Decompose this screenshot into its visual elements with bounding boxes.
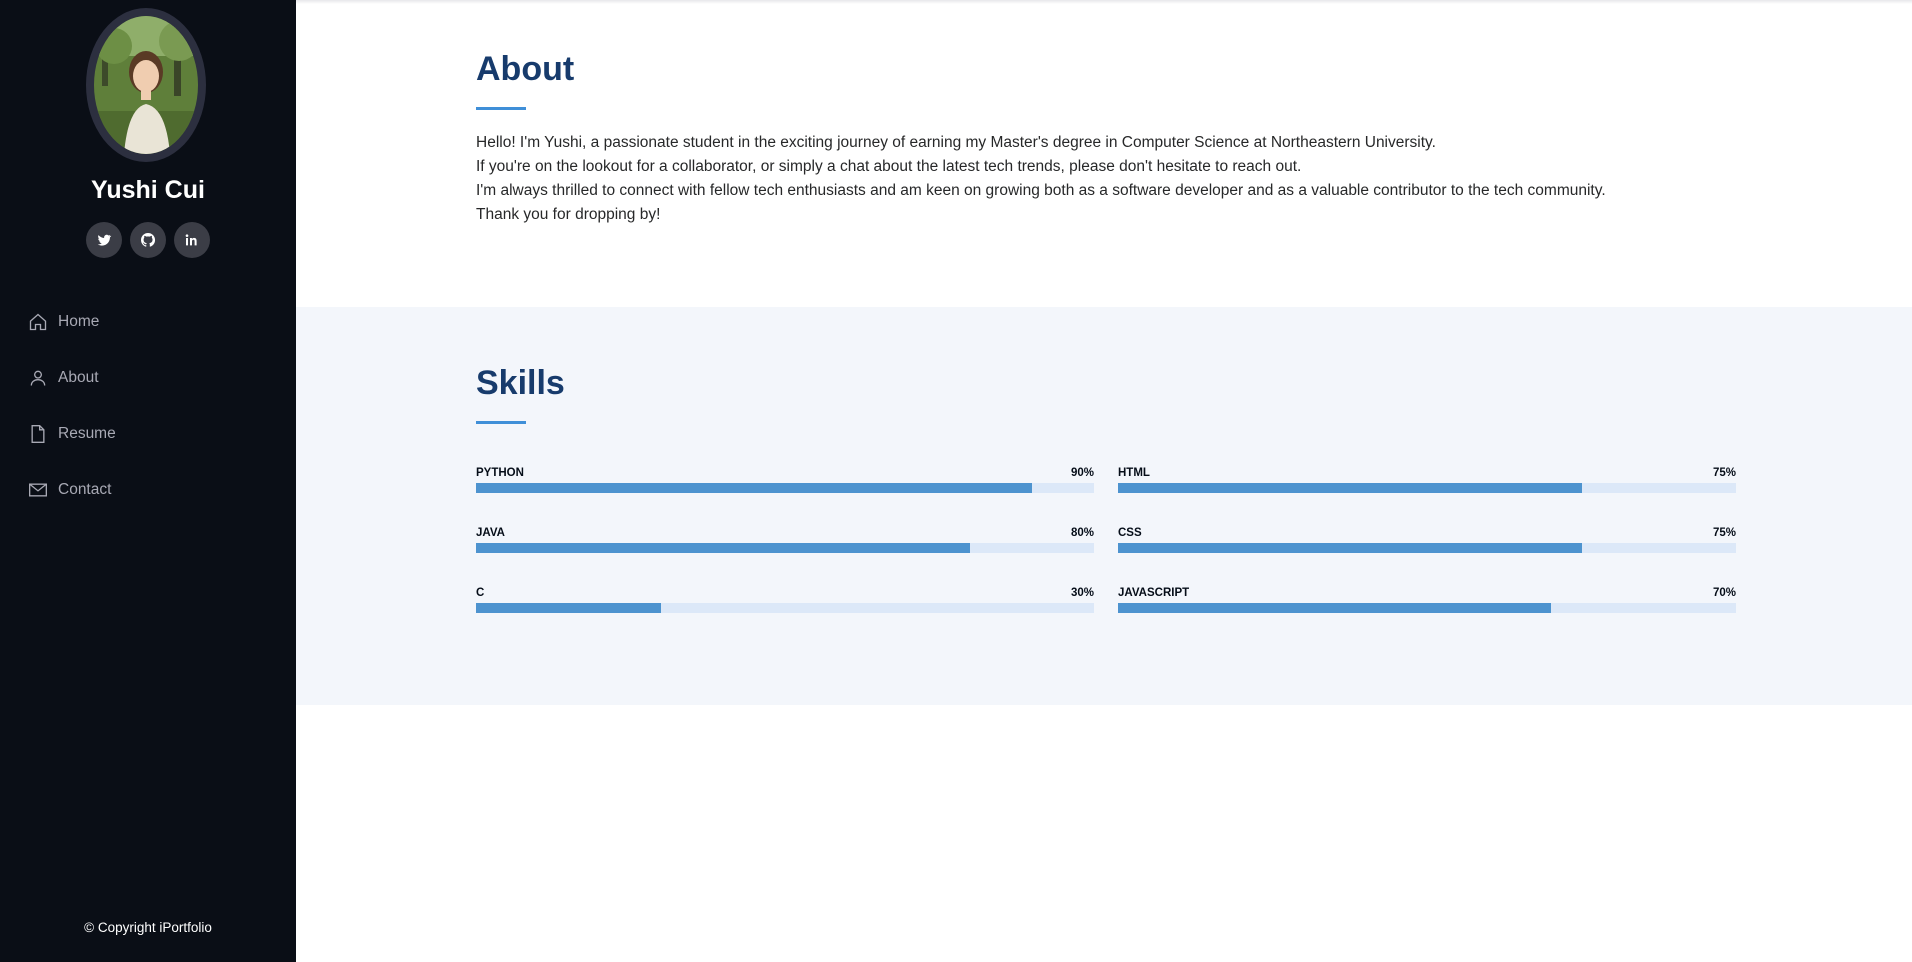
about-line: I'm always thrilled to connect with fell… — [476, 182, 1606, 199]
skill-label: PYTHON — [476, 467, 524, 479]
github-icon — [141, 233, 156, 247]
skill-bar — [1118, 483, 1736, 493]
twitter-button[interactable] — [86, 222, 122, 258]
skill-javascript: JAVASCRIPT 70% — [1118, 587, 1736, 617]
skill-html: HTML 75% — [1118, 467, 1736, 497]
social-links — [0, 222, 296, 258]
person-icon — [30, 370, 46, 386]
skill-python: PYTHON 90% — [476, 467, 1094, 497]
skill-css: CSS 75% — [1118, 527, 1736, 557]
nav-item-resume[interactable]: Resume — [0, 406, 296, 462]
linkedin-icon — [185, 234, 197, 246]
nav-item-contact[interactable]: Contact — [0, 462, 296, 518]
nav-item-label: About — [58, 369, 99, 386]
avatar-frame — [86, 8, 206, 162]
skill-bar — [476, 603, 1094, 613]
about-line: If you're on the lookout for a collabora… — [476, 158, 1302, 175]
skills-title-underline — [476, 421, 526, 424]
envelope-icon — [29, 483, 47, 497]
skill-label: JAVA — [476, 527, 505, 539]
skill-java: JAVA 80% — [476, 527, 1094, 557]
nav-item-label: Contact — [58, 481, 112, 498]
copyright: © Copyright iPortfolio — [84, 920, 212, 935]
about-text: Hello! I'm Yushi, a passionate student i… — [476, 131, 1836, 227]
skill-bar — [1118, 543, 1736, 553]
skill-bar-fill — [1118, 483, 1582, 493]
skill-value: 30% — [1070, 587, 1094, 599]
skill-value: 70% — [1712, 587, 1736, 599]
skills-section: Skills PYTHON 90% HTML 75% JAVA 80% CSS … — [296, 307, 1912, 705]
about-title: About — [476, 50, 575, 88]
sidebar: Yushi Cui Home About Resume Contact © Co — [0, 0, 296, 962]
linkedin-button[interactable] — [174, 222, 210, 258]
sidebar-nav: Home About Resume Contact — [0, 294, 296, 518]
skill-label: JAVASCRIPT — [1118, 587, 1190, 599]
skill-value: 90% — [1070, 467, 1094, 479]
skill-label: CSS — [1118, 527, 1142, 539]
skill-label: C — [476, 587, 485, 599]
about-line: Thank you for dropping by! — [476, 206, 661, 223]
skill-bar — [1118, 603, 1736, 613]
skill-label: HTML — [1118, 467, 1150, 479]
skill-bar-fill — [476, 543, 971, 553]
skills-title: Skills — [476, 364, 565, 402]
skill-bar — [476, 543, 1094, 553]
about-line: Hello! I'm Yushi, a passionate student i… — [476, 134, 1436, 151]
profile-name: Yushi Cui — [91, 176, 205, 204]
about-title-underline — [476, 107, 526, 110]
nav-item-label: Resume — [58, 425, 116, 442]
skill-value: 80% — [1070, 527, 1094, 539]
skill-c: C 30% — [476, 587, 1094, 617]
avatar — [94, 16, 198, 154]
skill-bar-fill — [1118, 603, 1551, 613]
file-icon — [31, 425, 45, 443]
skill-bar-fill — [476, 603, 662, 613]
nav-item-label: Home — [58, 313, 100, 330]
skill-value: 75% — [1712, 467, 1736, 479]
github-button[interactable] — [130, 222, 166, 258]
skill-bar-fill — [1118, 543, 1582, 553]
about-section: About Hello! I'm Yushi, a passionate stu… — [296, 0, 1912, 307]
nav-item-about[interactable]: About — [0, 350, 296, 406]
home-icon — [29, 313, 47, 331]
skill-bar-fill — [476, 483, 1033, 493]
skill-value: 75% — [1712, 527, 1736, 539]
twitter-icon — [97, 234, 112, 246]
skill-bar — [476, 483, 1094, 493]
nav-item-home[interactable]: Home — [0, 294, 296, 350]
main-content: About Hello! I'm Yushi, a passionate stu… — [296, 0, 1912, 962]
